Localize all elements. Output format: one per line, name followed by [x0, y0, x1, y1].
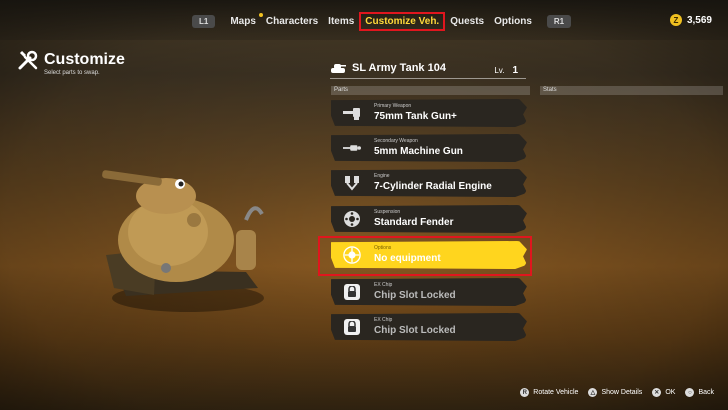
new-indicator-dot [258, 12, 263, 17]
slot-value: 75mm Tank Gun+ [374, 111, 457, 122]
back-prompt[interactable]: Back [698, 389, 714, 396]
ok-prompt[interactable]: OK [665, 389, 675, 396]
circle-button-icon: ○ [685, 388, 695, 397]
slot-value: Chip Slot Locked [374, 290, 456, 301]
slot-label: Primary Weapon [374, 103, 412, 109]
stats-column-header: Stats [540, 86, 723, 95]
vehicle-name: SL Army Tank 104 [352, 62, 446, 74]
slot-value: Standard Fender [374, 217, 454, 228]
wrench-screwdriver-icon [18, 50, 38, 70]
tab-bar: L1 Maps Characters Items Customize Veh. … [182, 10, 581, 32]
lock-icon [343, 318, 361, 336]
cannon-icon [343, 104, 361, 122]
slot-ex-chip-1[interactable]: EX Chip Chip Slot Locked [331, 278, 527, 306]
currency-display: Z 3,569 [669, 14, 712, 26]
slot-label: Engine [374, 173, 390, 179]
tab-characters-label: Characters [265, 15, 319, 27]
machine-gun-icon [343, 139, 361, 157]
vehicle-header-divider [330, 78, 526, 79]
page-subtitle: Select parts to swap. [44, 70, 100, 76]
triangle-button-icon: △ [588, 388, 598, 397]
page-header: Customize Select parts to swap. [16, 48, 125, 76]
slot-ex-chip-2[interactable]: EX Chip Chip Slot Locked [331, 313, 527, 341]
level-value: 1 [512, 65, 518, 76]
r1-hint[interactable]: R1 [546, 14, 572, 28]
slot-label: Secondary Weapon [374, 138, 418, 144]
tab-options[interactable]: Options [489, 13, 537, 30]
selection-highlight-box [318, 236, 532, 276]
tab-characters[interactable]: Characters [258, 12, 323, 30]
engine-pistons-icon [343, 174, 361, 192]
lock-icon [343, 283, 361, 301]
tab-customize-vehicle[interactable]: Customize Veh. [359, 11, 446, 31]
show-details-prompt[interactable]: Show Details [601, 389, 642, 396]
slot-engine[interactable]: Engine 7-Cylinder Radial Engine [331, 169, 527, 197]
page-title: Customize [44, 51, 125, 68]
currency-amount: 3,569 [686, 14, 712, 26]
vehicle-level: Lv. 1 [494, 65, 518, 76]
slot-primary-weapon[interactable]: Primary Weapon 75mm Tank Gun+ [331, 99, 527, 127]
l1-hint[interactable]: L1 [192, 14, 216, 28]
level-label: Lv. [494, 66, 505, 75]
tank-3d-model[interactable] [96, 160, 276, 320]
tab-items[interactable]: Items [323, 13, 359, 30]
slot-label: EX Chip [374, 282, 393, 288]
rotate-vehicle-prompt[interactable]: Rotate Vehicle [533, 389, 578, 396]
slot-value: Chip Slot Locked [374, 325, 456, 336]
slot-suspension[interactable]: Suspension Standard Fender [331, 205, 527, 233]
tab-maps[interactable]: Maps [225, 13, 261, 30]
wheel-icon [343, 210, 361, 228]
slot-label: Suspension [374, 209, 401, 215]
slot-secondary-weapon[interactable]: Secondary Weapon 5mm Machine Gun [331, 134, 527, 162]
parts-column-header: Parts [331, 86, 530, 95]
right-stick-icon: R [520, 388, 530, 397]
zenny-coin-icon: Z [669, 14, 682, 26]
slot-value: 5mm Machine Gun [374, 146, 463, 157]
cross-button-icon: ✕ [652, 388, 662, 397]
slot-value: 7-Cylinder Radial Engine [374, 181, 492, 192]
button-prompts: R Rotate Vehicle △ Show Details ✕ OK ○ Back [514, 388, 714, 397]
tab-quests[interactable]: Quests [445, 13, 489, 30]
slot-label: EX Chip [374, 317, 393, 323]
vehicle-header: SL Army Tank 104 Lv. 1 [330, 62, 526, 79]
tank-icon [331, 64, 346, 73]
